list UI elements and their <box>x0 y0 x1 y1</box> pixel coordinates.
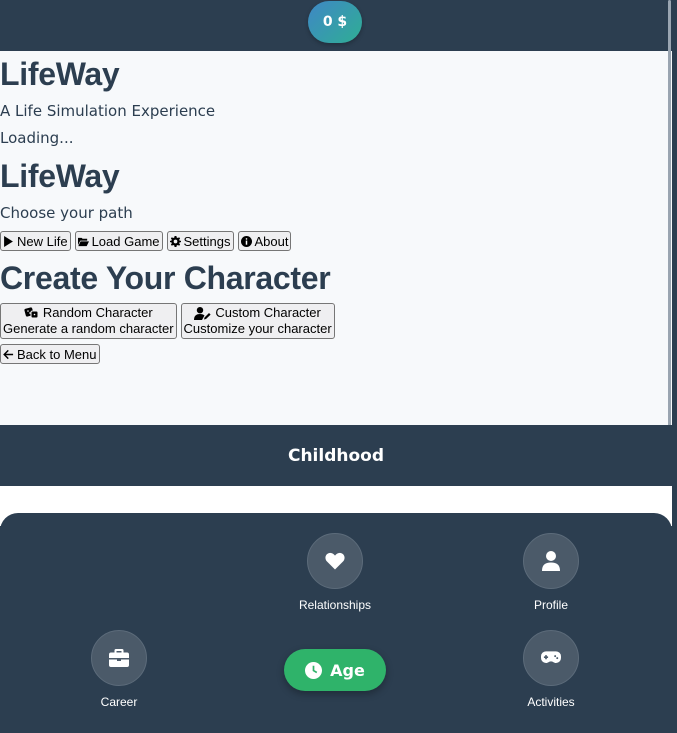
settings-label: Settings <box>183 233 231 249</box>
menu-subtitle: Choose your path <box>0 204 133 222</box>
new-life-button[interactable]: New Life <box>0 231 71 251</box>
profile-button[interactable] <box>523 533 579 589</box>
character-options: Random Character Generate a random chara… <box>0 303 335 339</box>
menu-title: LifeWay <box>0 158 120 194</box>
relationships-button[interactable] <box>307 533 363 589</box>
top-bar: 0 $ <box>0 0 677 51</box>
dice-icon <box>24 307 39 319</box>
random-character-desc: Generate a random character <box>3 321 174 336</box>
life-stage-bar: Childhood <box>0 425 672 486</box>
nav-profile[interactable]: Profile <box>496 533 606 612</box>
gear-icon <box>169 235 181 247</box>
activities-label: Activities <box>527 695 575 709</box>
gamepad-icon <box>541 651 561 663</box>
profile-label: Profile <box>533 598 568 612</box>
arrow-left-icon <box>3 349 14 359</box>
info-icon <box>240 235 252 247</box>
main-menu: New Life Load Game Settings About <box>0 231 292 251</box>
age-label: Age <box>330 660 365 680</box>
about-button[interactable]: About <box>237 231 292 251</box>
nav-activities[interactable]: Activities <box>496 630 606 709</box>
random-character-button[interactable]: Random Character Generate a random chara… <box>0 303 177 339</box>
career-button[interactable] <box>91 630 147 686</box>
back-to-menu-label: Back to Menu <box>17 346 97 362</box>
about-label: About <box>254 233 289 249</box>
career-label: Career <box>100 695 138 709</box>
life-stage-label: Childhood <box>287 445 385 466</box>
loading-text: Loading... <box>0 129 74 147</box>
settings-button[interactable]: Settings <box>166 231 234 251</box>
heart-icon <box>325 552 345 570</box>
new-life-label: New Life <box>17 233 68 249</box>
activities-button[interactable] <box>523 630 579 686</box>
custom-character-desc: Customize your character <box>183 321 332 336</box>
user-edit-icon <box>194 306 211 320</box>
age-button[interactable]: Age <box>284 649 386 691</box>
briefcase-icon <box>109 649 129 667</box>
nav-career[interactable]: Career <box>64 630 174 709</box>
scrollbar[interactable] <box>668 0 671 436</box>
clock-icon <box>305 661 323 679</box>
splash-subtitle: A Life Simulation Experience <box>0 102 216 120</box>
money-badge: 0 $ <box>308 1 362 43</box>
nav-relationships[interactable]: Relationships <box>280 533 390 612</box>
main-content: LifeWay A Life Simulation Experience Loa… <box>0 51 672 425</box>
back-to-menu-button[interactable]: Back to Menu <box>0 344 100 364</box>
custom-character-label: Custom Character <box>215 305 321 320</box>
load-game-label: Load Game <box>91 233 160 249</box>
create-character-title: Create Your Character <box>0 260 331 296</box>
folder-open-icon <box>77 237 89 246</box>
custom-character-button[interactable]: Custom Character Customize your characte… <box>180 303 335 339</box>
splash-title: LifeWay <box>0 56 120 92</box>
bottom-navigation: Relationships Profile Career Activities … <box>0 513 672 733</box>
play-icon <box>4 235 13 247</box>
user-icon <box>542 551 560 571</box>
load-game-button[interactable]: Load Game <box>74 231 163 251</box>
relationships-label: Relationships <box>298 598 372 612</box>
random-character-label: Random Character <box>42 305 153 320</box>
